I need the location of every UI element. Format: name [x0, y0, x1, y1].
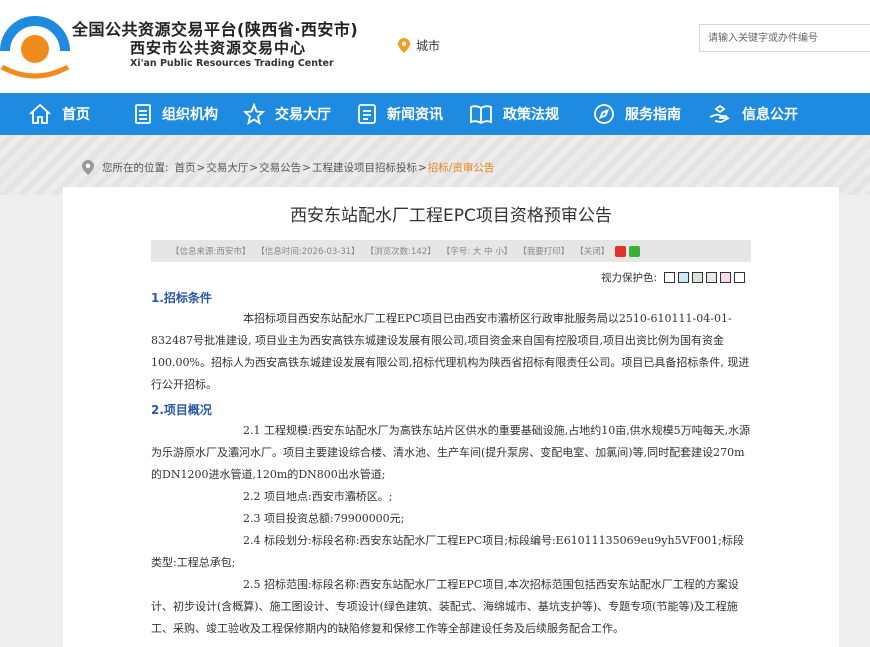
- eye-protect-label: 视力保护色:: [601, 272, 658, 284]
- section-heading: 1.招标条件: [151, 291, 212, 305]
- breadcrumb-separator: >: [249, 161, 259, 174]
- nav-item-trading-hall[interactable]: 交易大厅: [243, 93, 331, 135]
- nav-item-organization[interactable]: 组织机构: [134, 93, 218, 135]
- hand-icon: [709, 104, 730, 123]
- nav-label: 服务指南: [625, 107, 681, 123]
- paragraph: 2.4 标段划分:标段名称:西安东站配水厂工程EPC项目;标段编号:E61011…: [151, 530, 751, 574]
- list-icon: [358, 104, 376, 124]
- book-icon: [470, 105, 492, 125]
- nav-label: 交易大厅: [275, 107, 331, 123]
- nav-label: 首页: [62, 107, 90, 123]
- star-icon: [243, 103, 265, 125]
- info-time: 【信息时间:2026-03-31】: [256, 247, 360, 257]
- breadcrumb: 您所在的位置: 首页 > 交易大厅 > 交易公告 > 工程建设项目招标投标 > …: [82, 160, 494, 175]
- info-views: 【浏览次数:142】: [365, 247, 436, 257]
- close-button[interactable]: 【关闭】: [575, 245, 609, 257]
- article-container: 西安东站配水厂工程EPC项目资格预审公告 【信息来源:西安市】 【信息时间:20…: [63, 187, 839, 647]
- nav-item-info-disclosure[interactable]: 信息公开: [708, 93, 798, 135]
- paragraph-text: 2.3 项目投资总额:79900000元;: [243, 512, 405, 525]
- nav-item-service-guide[interactable]: 服务指南: [593, 93, 681, 135]
- breadcrumb-separator: >: [417, 161, 427, 174]
- paragraph: 2.1 工程规模:西安东站配水厂为高铁东站片区供水的重要基础设施,占地约10亩,…: [151, 420, 751, 486]
- site-header: 全国公共资源交易平台(陕西省·西安市) 西安市公共资源交易中心 Xi'an Pu…: [0, 0, 870, 93]
- paragraph: 2.5 招标范围:标段名称:西安东站配水厂工程EPC项目,本次招标范围包括西安东…: [151, 574, 751, 640]
- weibo-share-icon[interactable]: [615, 245, 627, 257]
- breadcrumb-separator: >: [196, 161, 206, 174]
- nav-item-news[interactable]: 新闻资讯: [357, 93, 443, 135]
- home-icon: [29, 103, 51, 124]
- nav-item-policy[interactable]: 政策法规: [469, 93, 559, 135]
- wechat-share-icon[interactable]: [629, 245, 641, 257]
- paragraph: 2.3 项目投资总额:79900000元;: [151, 508, 751, 530]
- breadcrumb-engineering-bidding[interactable]: 工程建设项目招标投标: [312, 160, 417, 175]
- breadcrumb-prefix: 您所在的位置:: [102, 162, 169, 174]
- paragraph-text: 2.5 招标范围:标段名称:西安东站配水厂工程EPC项目,本次招标范围包括西安东…: [151, 578, 739, 635]
- article-title: 西安东站配水厂工程EPC项目资格预审公告: [290, 206, 612, 226]
- site-subtitle: 西安市公共资源交易中心: [130, 39, 307, 57]
- paragraph: 2.2 项目地点:西安市灞桥区。;: [151, 486, 751, 508]
- article-info-bar: 【信息来源:西安市】 【信息时间:2026-03-31】 【浏览次数:142】 …: [151, 240, 751, 262]
- search-input[interactable]: [699, 24, 870, 52]
- eye-color-swatch[interactable]: [664, 272, 676, 283]
- paragraph: 本招标项目西安东站配水厂工程EPC项目已由西安市灞桥区行政审批服务局以2510-…: [151, 308, 751, 396]
- paragraph-text: 2.4 标段划分:标段名称:西安东站配水厂工程EPC项目;标段编号:E61011…: [151, 534, 744, 569]
- main-nav: 首页 组织机构 交易大厅 新闻资讯 政策法规 服务指南 信息公开: [0, 93, 870, 135]
- nav-label: 组织机构: [162, 107, 218, 123]
- eye-color-swatch[interactable]: [720, 272, 732, 283]
- breadcrumb-separator: >: [302, 161, 311, 174]
- breadcrumb-trading-hall[interactable]: 交易大厅: [206, 160, 248, 175]
- compass-icon: [594, 104, 614, 124]
- nav-item-home[interactable]: 首页: [28, 93, 90, 135]
- paragraph-text: 2.1 工程规模:西安东站配水厂为高铁东站片区供水的重要基础设施,占地约10亩,…: [151, 424, 751, 481]
- location-pin-icon: [82, 160, 94, 175]
- breadcrumb-home[interactable]: 首页: [175, 160, 196, 175]
- section-heading: 2.项目概况: [151, 403, 212, 417]
- nav-label: 信息公开: [742, 107, 798, 123]
- info-source: 【信息来源:西安市】: [171, 247, 251, 257]
- breadcrumb-trading-notice[interactable]: 交易公告: [259, 160, 301, 175]
- city-label: 城市: [416, 39, 441, 53]
- site-english-name: Xi'an Public Resources Trading Center: [130, 58, 334, 69]
- print-button[interactable]: 【我要打印】: [518, 245, 569, 257]
- paragraph-text: 本招标项目西安东站配水厂工程EPC项目已由西安市灞桥区行政审批服务局以2510-…: [151, 312, 750, 391]
- paragraph-text: 2.2 项目地点:西安市灞桥区。;: [243, 490, 393, 503]
- location-pin-icon: [398, 38, 410, 53]
- nav-label: 新闻资讯: [387, 107, 443, 123]
- eye-color-swatch[interactable]: [706, 272, 718, 283]
- city-selector[interactable]: 城市: [398, 37, 440, 54]
- eye-color-swatch[interactable]: [678, 272, 690, 283]
- eye-protect-control: 视力保护色:: [601, 270, 746, 285]
- eye-color-swatch[interactable]: [692, 272, 704, 283]
- site-logo-icon[interactable]: [0, 9, 70, 79]
- document-icon: [135, 104, 151, 124]
- nav-label: 政策法规: [503, 107, 559, 123]
- font-size-control[interactable]: 【字号: 大 中 小】: [442, 245, 512, 257]
- breadcrumb-current[interactable]: 招标/资审公告: [428, 160, 495, 175]
- eye-color-swatch[interactable]: [734, 272, 746, 283]
